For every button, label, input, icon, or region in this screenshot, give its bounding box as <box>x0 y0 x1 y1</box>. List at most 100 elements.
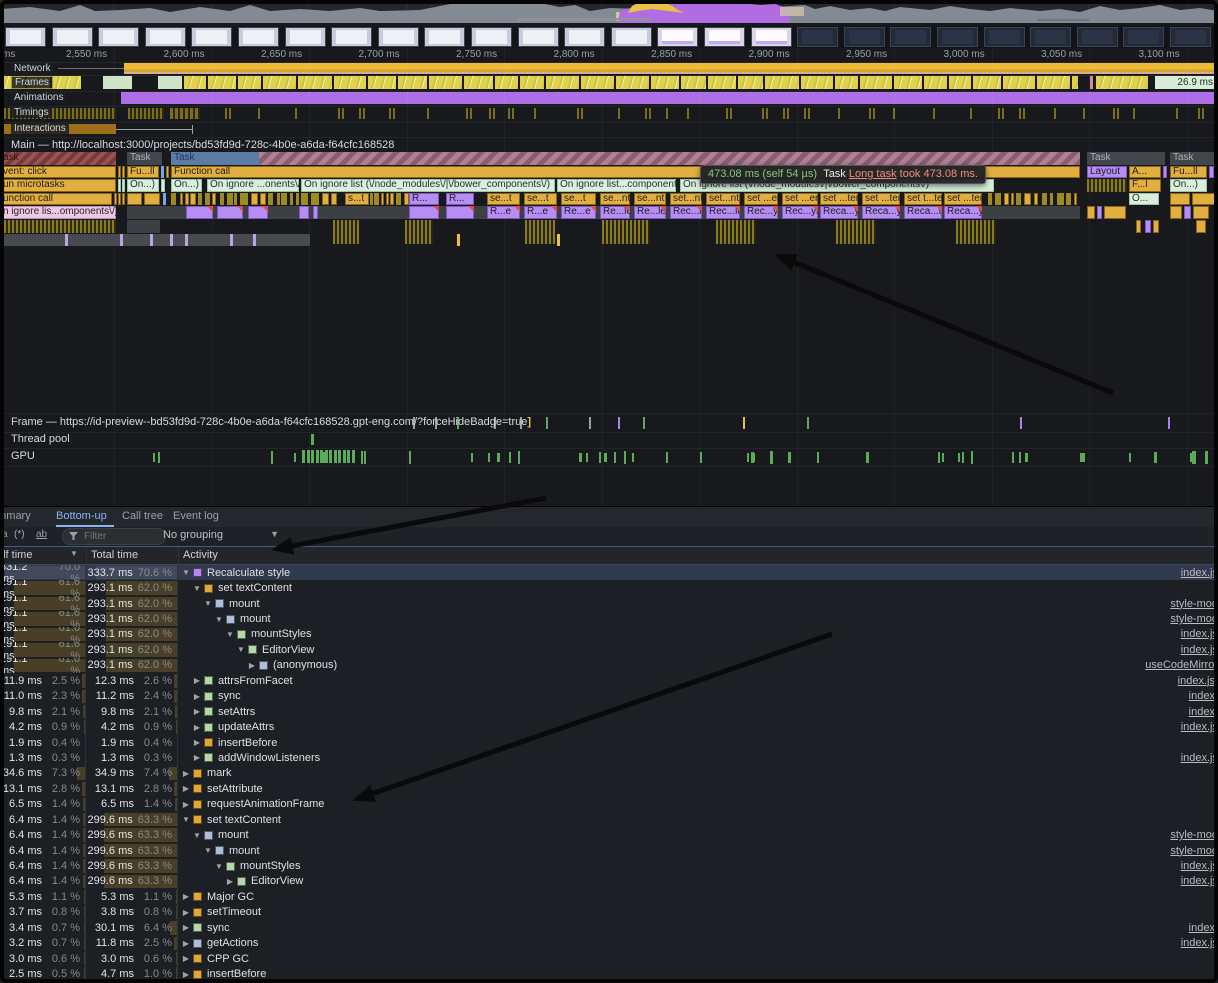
collapse-icon[interactable]: ▼ <box>202 599 214 608</box>
flame-micro-event[interactable] <box>230 234 233 247</box>
table-row[interactable]: 3.4 ms0.7 %30.1 ms6.4 %▶syncindex. <box>0 920 1218 935</box>
table-row[interactable]: 6.4 ms1.4 %299.6 ms63.3 %▶EditorViewinde… <box>0 874 1218 889</box>
source-link[interactable]: useCodeMirror <box>1145 659 1218 671</box>
source-link[interactable]: index.js: <box>1178 675 1218 687</box>
source-link[interactable]: index.js <box>1181 644 1218 656</box>
flame-event[interactable]: Rec...le <box>670 206 702 219</box>
flame-micro-event[interactable] <box>277 193 280 206</box>
flame-micro-event[interactable] <box>836 220 876 244</box>
source-link[interactable]: index.js <box>1181 628 1218 640</box>
source-link[interactable]: index.js <box>1181 752 1218 764</box>
flame-micro-event[interactable] <box>248 206 268 219</box>
flame-event[interactable]: Task <box>1170 152 1218 165</box>
flame-event[interactable]: R... <box>446 193 474 206</box>
source-link[interactable]: index. <box>1189 706 1218 718</box>
col-activity[interactable]: Activity <box>183 549 218 561</box>
flame-micro-event[interactable] <box>322 193 329 206</box>
table-row[interactable]: 291.1 ms61.6 %293.1 ms62.0 %▼set textCon… <box>0 580 1218 595</box>
source-link[interactable]: index.js <box>1181 567 1218 579</box>
table-row[interactable]: 4.2 ms0.9 %4.2 ms0.9 %▶updateAttrsindex.… <box>0 719 1218 734</box>
source-link[interactable]: index.js <box>1181 875 1218 887</box>
table-row[interactable]: 11.0 ms2.3 %11.2 ms2.4 %▶syncindex. <box>0 689 1218 704</box>
tab-call-tree[interactable]: Call tree <box>122 507 172 525</box>
flame-event[interactable]: Fu...ll <box>127 166 159 179</box>
flame-micro-event[interactable] <box>1024 193 1031 206</box>
expand-icon[interactable]: ▶ <box>180 923 192 932</box>
flame-micro-event[interactable] <box>1050 193 1054 206</box>
table-row[interactable]: 331.2 ms70.0 %333.7 ms70.6 %▼Recalculate… <box>0 565 1218 580</box>
flame-micro-event[interactable] <box>212 193 216 206</box>
flame-event[interactable]: ask <box>0 152 116 165</box>
flame-micro-event[interactable] <box>1184 206 1191 219</box>
flame-micro-event[interactable] <box>1163 166 1167 179</box>
flame-event[interactable]: Task <box>127 152 162 165</box>
table-row[interactable]: 13.1 ms2.8 %13.1 ms2.8 %▶setAttribute <box>0 781 1218 796</box>
flame-micro-event[interactable] <box>227 193 232 206</box>
source-link[interactable]: style-mod <box>1170 598 1218 610</box>
flame-event[interactable]: Rec...le <box>706 206 740 219</box>
flame-event[interactable]: Fu...ll <box>1170 166 1207 179</box>
source-link[interactable]: style-mod <box>1170 613 1218 625</box>
flame-micro-event[interactable] <box>268 193 273 206</box>
flame-micro-event[interactable] <box>185 234 188 247</box>
match-case-icon[interactable]: a <box>2 529 8 540</box>
flame-event[interactable]: On...) <box>1170 179 1207 192</box>
source-link[interactable]: index.js <box>1181 721 1218 733</box>
flame-event[interactable]: set ...tent <box>944 193 982 206</box>
collapse-icon[interactable]: ▼ <box>235 645 247 654</box>
table-row[interactable]: 291.1 ms61.6 %293.1 ms62.0 %▶(anonymous)… <box>0 658 1218 673</box>
collapse-icon[interactable]: ▼ <box>202 846 214 855</box>
flame-event[interactable]: Reca...tyle <box>904 206 942 219</box>
table-row[interactable]: 3.7 ms0.8 %3.8 ms0.8 %▶setTimeout <box>0 905 1218 920</box>
flame-micro-event[interactable] <box>122 179 125 192</box>
table-row[interactable]: 6.4 ms1.4 %299.6 ms63.3 %▼mountStylesind… <box>0 858 1218 873</box>
flame-micro-event[interactable] <box>333 220 359 244</box>
flame-event[interactable]: On ignore ...onents\/) <box>207 179 299 192</box>
flame-event[interactable]: n ignore lis...omponents\/) <box>0 206 116 219</box>
flame-micro-event[interactable] <box>127 220 160 233</box>
tooltip-long-task-link[interactable]: Long task <box>849 168 897 180</box>
flame-micro-event[interactable] <box>1066 193 1072 206</box>
flame-micro-event[interactable] <box>65 234 68 247</box>
col-self-time[interactable]: elf time <box>0 549 32 561</box>
flame-event[interactable]: Rec...yle <box>744 206 778 219</box>
flame-micro-event[interactable] <box>1136 220 1141 233</box>
flame-micro-event[interactable] <box>1097 206 1102 219</box>
track-thread-pool[interactable]: Thread pool <box>0 431 1218 449</box>
flame-micro-event[interactable] <box>956 220 996 244</box>
regex-icon[interactable]: (*) <box>14 529 25 540</box>
flame-micro-event[interactable] <box>0 220 116 233</box>
flame-event[interactable]: Reca...yle <box>862 206 900 219</box>
source-link[interactable]: index. <box>1189 922 1218 934</box>
collapse-icon[interactable]: ▼ <box>213 862 225 871</box>
flame-event[interactable]: un microtasks <box>0 179 116 192</box>
expand-icon[interactable]: ▶ <box>180 784 192 793</box>
flame-micro-event[interactable] <box>446 206 474 219</box>
flame-micro-event[interactable] <box>0 234 310 247</box>
flame-micro-event[interactable] <box>122 193 125 206</box>
match-word-icon[interactable]: ab <box>36 529 47 540</box>
flame-micro-event[interactable] <box>127 193 142 206</box>
table-row[interactable]: 291.1 ms61.6 %293.1 ms62.0 %▼mountstyle-… <box>0 611 1218 626</box>
grouping-dropdown[interactable]: No grouping ▼ <box>163 529 279 541</box>
flame-micro-event[interactable] <box>301 193 308 206</box>
flame-micro-event[interactable] <box>386 193 389 206</box>
table-row[interactable]: 3.2 ms0.7 %11.8 ms2.5 %▶getActionsindex.… <box>0 936 1218 951</box>
flame-event[interactable]: O... <box>1129 193 1159 206</box>
flame-micro-event[interactable] <box>409 206 439 219</box>
flame-micro-event[interactable] <box>370 193 373 206</box>
flame-micro-event[interactable] <box>120 234 123 247</box>
expand-icon[interactable]: ▶ <box>180 970 192 979</box>
flame-event[interactable]: se...t <box>524 193 557 206</box>
flame-micro-event[interactable] <box>1170 193 1190 206</box>
flame-event[interactable]: On...) <box>171 179 202 192</box>
expand-icon[interactable]: ▶ <box>180 954 192 963</box>
table-row[interactable]: 1.3 ms0.3 %1.3 ms0.3 %▶addWindowListener… <box>0 750 1218 765</box>
flame-micro-event[interactable] <box>457 234 460 247</box>
flame-micro-event[interactable] <box>299 206 309 219</box>
flame-micro-event[interactable] <box>161 179 165 192</box>
flame-event[interactable]: Rec...yle <box>782 206 818 219</box>
table-row[interactable]: 5.3 ms1.1 %5.3 ms1.1 %▶Major GC <box>0 889 1218 904</box>
flame-micro-event[interactable] <box>170 234 173 247</box>
tab-event-log[interactable]: Event log <box>173 507 228 525</box>
